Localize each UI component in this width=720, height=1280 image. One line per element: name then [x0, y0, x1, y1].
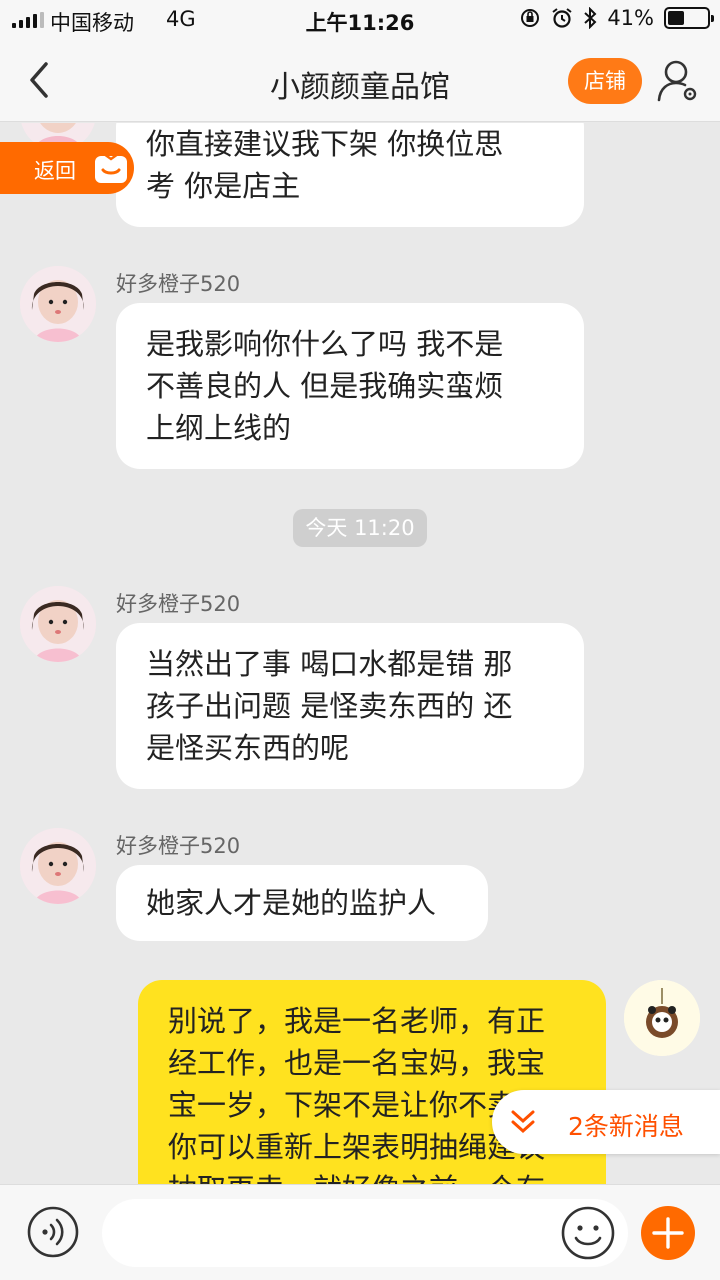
message-line: 是怪买东西的呢	[146, 731, 350, 765]
emoji-icon[interactable]	[560, 1205, 616, 1261]
double-chevron-down-icon	[511, 1110, 535, 1134]
message-line: 是我影响你什么了吗 我不是	[146, 327, 504, 361]
sender-name: 好多橙子520	[116, 272, 241, 296]
new-messages-count: 2条新消息	[568, 1112, 684, 1141]
message-bubble[interactable]: 当然出了事 喝口水都是错 那 孩子出问题 是怪卖东西的 还 是怪买东西的呢	[116, 623, 584, 789]
chat-area[interactable]: 你直接建议我下架 你换位思 考 你是店主 好多橙子520 是我影响你什么了吗 我…	[0, 123, 720, 1184]
message-line: 经工作，也是一名宝妈，我宝	[168, 1046, 546, 1080]
gift-box-icon	[95, 152, 127, 183]
message-bubble[interactable]: 你直接建议我下架 你换位思 考 你是店主	[116, 123, 584, 227]
orientation-lock-icon	[521, 9, 540, 27]
message-bubble[interactable]: 是我影响你什么了吗 我不是 不善良的人 但是我确实蛮烦 上纲上线的	[116, 303, 584, 469]
sender-name: 好多橙子520	[116, 592, 241, 616]
nav-bar: 小颜颜童品馆 店铺	[0, 40, 720, 122]
message-line: 上纲上线的	[146, 411, 292, 445]
bluetooth-icon	[584, 7, 597, 29]
return-tab[interactable]: 返回	[0, 142, 134, 194]
avatar[interactable]	[20, 266, 96, 342]
message-line: 考 你是店主	[146, 169, 301, 203]
message-line: 你直接建议我下架 你换位思	[146, 127, 504, 161]
avatar[interactable]	[20, 586, 96, 662]
voice-input-icon[interactable]	[26, 1205, 80, 1259]
message-line: 抽取再卖，就好像之前一个有	[168, 1168, 576, 1184]
sender-name: 好多橙子520	[116, 834, 241, 858]
message-bubble[interactable]: 她家人才是她的监护人	[116, 865, 488, 941]
message-line: 别说了，我是一名老师，有正	[168, 1004, 546, 1038]
alarm-icon	[552, 8, 572, 28]
user-settings-icon[interactable]	[656, 56, 700, 104]
battery-percent: 41%	[607, 6, 654, 30]
input-bar	[0, 1184, 720, 1280]
message-line: 孩子出问题 是怪卖东西的 还	[146, 689, 513, 723]
return-label: 返回	[34, 159, 76, 183]
battery-icon	[664, 7, 714, 29]
status-bar: 中国移动 4G 上午11:26 41%	[0, 0, 720, 40]
message-line: 她家人才是她的监护人	[146, 886, 437, 920]
message-input[interactable]	[102, 1199, 628, 1267]
plus-icon[interactable]	[640, 1205, 696, 1261]
new-messages-indicator[interactable]: 2条新消息	[492, 1090, 720, 1154]
time-divider: 今天 11:20	[293, 509, 427, 547]
shop-button[interactable]: 店铺	[568, 58, 642, 104]
avatar[interactable]	[20, 828, 96, 904]
message-line: 当然出了事 喝口水都是错 那	[146, 647, 513, 681]
message-line: 不善良的人 但是我确实蛮烦	[146, 369, 504, 403]
my-avatar[interactable]	[624, 980, 700, 1056]
